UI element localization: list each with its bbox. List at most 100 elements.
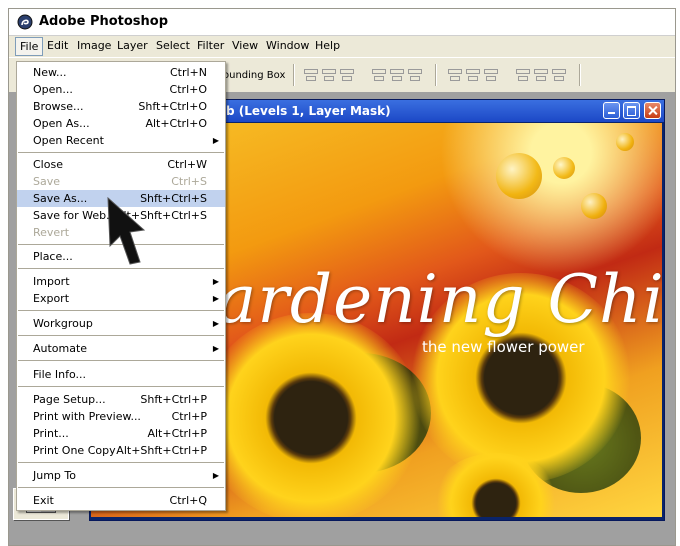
options-separator <box>293 64 294 86</box>
menu-separator <box>18 335 224 336</box>
file-menu-dropdown: New... Ctrl+N Open... Ctrl+O Browse... Shft… <box>16 61 226 511</box>
distribute-top-icon[interactable] <box>447 67 462 81</box>
menu-item-shortcut: Alt+Shft+Ctrl+P <box>116 444 207 457</box>
artwork-subtitle: the new flower power <box>422 338 585 356</box>
menu-item-print[interactable]: Print... Alt+Ctrl+P <box>17 425 225 442</box>
align-left-icon[interactable] <box>371 67 386 81</box>
menu-separator <box>18 268 224 269</box>
menu-item-label: Page Setup... <box>33 393 106 406</box>
menu-item-browse[interactable]: Browse... Shft+Ctrl+O <box>17 98 225 115</box>
submenu-arrow-icon: ▶ <box>212 344 219 353</box>
menu-item-label: Close <box>33 158 63 171</box>
photoshop-app-icon <box>17 14 33 30</box>
menu-item-label: Import <box>33 275 70 288</box>
align-edges-group <box>303 67 354 83</box>
menu-item-shortcut: Shft+Ctrl+S <box>140 192 207 205</box>
menu-item-label: New... <box>33 66 67 79</box>
menu-bar: File Edit Image Layer Select Filter View… <box>9 36 675 56</box>
menu-separator <box>18 152 224 153</box>
water-drop <box>553 157 575 179</box>
artwork-title: ardening Chi <box>217 261 662 338</box>
menu-item-open[interactable]: Open... Ctrl+O <box>17 81 225 98</box>
menu-separator <box>18 462 224 463</box>
menu-item-automate[interactable]: Automate ▶ <box>17 340 225 357</box>
app-titlebar: Adobe Photoshop <box>9 9 675 36</box>
align-top-icon[interactable] <box>303 67 318 81</box>
submenu-arrow-icon: ▶ <box>212 294 219 303</box>
menu-item-close[interactable]: Close Ctrl+W <box>17 156 225 173</box>
menu-item-open-recent[interactable]: Open Recent ▶ <box>17 132 225 149</box>
options-separator <box>579 64 580 86</box>
options-separator <box>435 64 436 86</box>
align-bottom-icon[interactable] <box>339 67 354 81</box>
menu-item-label: Jump To <box>33 469 76 482</box>
menu-item-label: Open As... <box>33 117 90 130</box>
menu-item-shortcut: Ctrl+Q <box>169 494 207 507</box>
water-drop <box>581 193 607 219</box>
menu-item-workgroup[interactable]: Workgroup ▶ <box>17 315 225 332</box>
menu-separator <box>18 310 224 311</box>
menu-item-shortcut: Ctrl+S <box>171 175 207 188</box>
menu-item-label: Exit <box>33 494 54 507</box>
submenu-arrow-icon: ▶ <box>212 277 219 286</box>
menu-item-label: Print with Preview... <box>33 410 141 423</box>
menu-item-shortcut: Alt+Ctrl+O <box>145 117 207 130</box>
show-bounding-box-label[interactable]: ounding Box <box>223 70 285 81</box>
menu-item-new[interactable]: New... Ctrl+N <box>17 64 225 81</box>
menu-separator <box>18 386 224 387</box>
distribute-right-icon[interactable] <box>551 67 566 81</box>
menu-item-label: Print One Copy <box>33 444 116 457</box>
menu-help[interactable]: Help <box>315 39 340 52</box>
distribute-horizontal-group <box>515 67 566 83</box>
menu-item-save: Save Ctrl+S <box>17 173 225 190</box>
water-drop <box>496 153 542 199</box>
menu-item-shortcut: Shft+Ctrl+O <box>138 100 207 113</box>
menu-edit[interactable]: Edit <box>47 39 68 52</box>
menu-item-label: Automate <box>33 342 88 355</box>
menu-item-shortcut: Alt+Ctrl+P <box>147 427 207 440</box>
align-horizontal-center-icon[interactable] <box>389 67 404 81</box>
menu-item-shortcut: Ctrl+P <box>171 410 207 423</box>
menu-item-label: Revert <box>33 226 70 239</box>
menu-item-label: Save for Web... <box>33 209 117 222</box>
menu-item-label: Browse... <box>33 100 84 113</box>
sunflower <box>201 313 421 517</box>
menu-item-exit[interactable]: Exit Ctrl+Q <box>17 492 225 509</box>
menu-item-shortcut: Ctrl+O <box>169 83 207 96</box>
menu-select[interactable]: Select <box>156 39 190 52</box>
minimize-icon[interactable] <box>603 102 620 119</box>
menu-item-file-info[interactable]: File Info... <box>17 366 225 383</box>
align-vertical-center-icon[interactable] <box>321 67 336 81</box>
app-title: Adobe Photoshop <box>39 14 169 29</box>
menu-item-shortcut: Ctrl+W <box>167 158 207 171</box>
menu-item-print-with-preview[interactable]: Print with Preview... Ctrl+P <box>17 408 225 425</box>
distribute-bottom-icon[interactable] <box>483 67 498 81</box>
menu-separator <box>18 487 224 488</box>
close-icon[interactable] <box>644 102 661 119</box>
menu-item-label: Workgroup <box>33 317 93 330</box>
align-right-icon[interactable] <box>407 67 422 81</box>
menu-item-label: File Info... <box>33 368 87 381</box>
menu-filter[interactable]: Filter <box>197 39 224 52</box>
menu-file[interactable]: File <box>15 37 44 56</box>
distribute-hcenter-icon[interactable] <box>533 67 548 81</box>
menu-item-open-as[interactable]: Open As... Alt+Ctrl+O <box>17 115 225 132</box>
maximize-icon[interactable] <box>623 102 640 119</box>
menu-view[interactable]: View <box>232 39 258 52</box>
menu-separator <box>18 360 224 361</box>
menu-layer[interactable]: Layer <box>117 39 148 52</box>
menu-item-label: Open... <box>33 83 73 96</box>
water-drop <box>616 133 634 151</box>
menu-item-import[interactable]: Import ▶ <box>17 273 225 290</box>
menu-image[interactable]: Image <box>77 39 111 52</box>
menu-item-label: Open Recent <box>33 134 104 147</box>
menu-item-label: Print... <box>33 427 69 440</box>
menu-window[interactable]: Window <box>266 39 309 52</box>
menu-item-jump-to[interactable]: Jump To ▶ <box>17 467 225 484</box>
menu-item-print-one-copy[interactable]: Print One Copy Alt+Shft+Ctrl+P <box>17 442 225 459</box>
distribute-left-icon[interactable] <box>515 67 530 81</box>
menu-item-export[interactable]: Export ▶ <box>17 290 225 307</box>
submenu-arrow-icon: ▶ <box>212 319 219 328</box>
menu-item-page-setup[interactable]: Page Setup... Shft+Ctrl+P <box>17 391 225 408</box>
distribute-center-icon[interactable] <box>465 67 480 81</box>
